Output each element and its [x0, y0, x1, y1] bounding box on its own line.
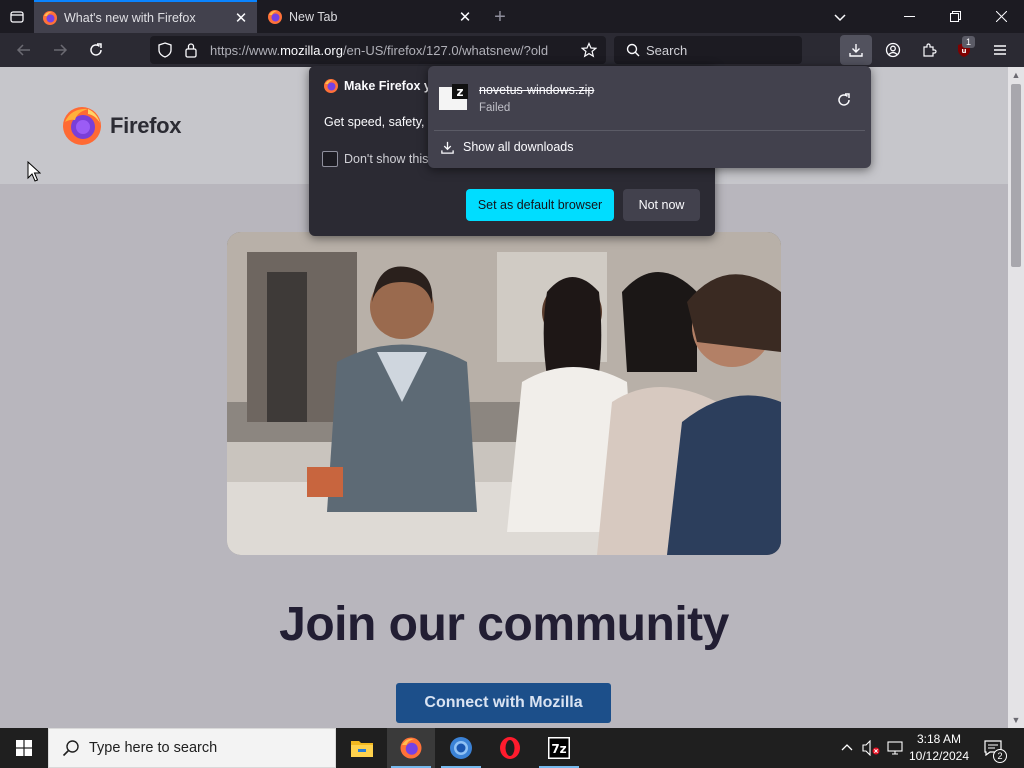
download-status: Failed — [479, 102, 511, 114]
download-file-name[interactable]: novetus-windows.zip — [479, 83, 594, 97]
windows-start-icon[interactable] — [0, 728, 48, 768]
minimize-icon[interactable] — [886, 0, 932, 32]
url-text[interactable]: https://www.mozilla.org/en-US/firefox/12… — [210, 43, 578, 58]
panel-header: Make Firefox yc — [323, 78, 438, 94]
restore-icon[interactable] — [932, 0, 978, 32]
extensions-puzzle-icon[interactable] — [915, 36, 943, 64]
panel-title: Make Firefox yc — [344, 79, 438, 93]
firefox-logo-icon — [63, 107, 101, 145]
address-bar[interactable]: https://www.mozilla.org/en-US/firefox/12… — [150, 36, 606, 64]
taskbar-search-box[interactable]: Type here to search — [48, 728, 336, 768]
scroll-down-arrow-icon[interactable]: ▼ — [1008, 712, 1024, 728]
svg-text:z: z — [457, 85, 464, 99]
hamburger-menu-icon[interactable] — [986, 36, 1014, 64]
panel-body-text: Get speed, safety, a — [324, 115, 435, 129]
tab-whats-new[interactable]: What's new with Firefox ✕ — [34, 0, 257, 33]
panel-divider — [434, 130, 865, 131]
dont-show-checkbox-row[interactable]: Don't show this — [322, 151, 428, 167]
set-default-browser-button[interactable]: Set as default browser — [466, 189, 614, 221]
bookmark-star-icon[interactable] — [578, 39, 600, 61]
connect-with-mozilla-button[interactable]: Connect with Mozilla — [396, 683, 611, 723]
firefox-wordmark: Firefox — [110, 113, 182, 138]
tab-title: What's new with Firefox — [64, 10, 196, 25]
account-icon[interactable] — [879, 36, 907, 64]
show-all-downloads-button[interactable]: Show all downloads — [438, 138, 574, 156]
url-prefix: https://www. — [210, 42, 281, 58]
new-tab-plus-icon[interactable]: + — [488, 5, 512, 29]
firefox-favicon-icon — [268, 9, 282, 24]
taskbar-clock[interactable]: 3:18 AM 10/12/2024 — [905, 731, 973, 765]
firefox-logo-icon — [324, 79, 338, 93]
windows-taskbar: Type here to search 7z 3:18 AM 10/12/202… — [0, 728, 1024, 768]
search-icon — [61, 738, 81, 758]
close-window-icon[interactable] — [978, 0, 1024, 32]
scroll-up-arrow-icon[interactable]: ▲ — [1008, 67, 1024, 83]
url-domain: mozilla.org — [280, 42, 343, 58]
not-now-button[interactable]: Not now — [623, 189, 700, 221]
list-all-tabs-button[interactable] — [4, 4, 30, 30]
extension-badge: 1 — [962, 36, 975, 48]
7zip-taskbar-icon[interactable]: 7z — [535, 728, 583, 768]
lock-icon[interactable] — [180, 39, 202, 61]
page-scrollbar[interactable]: ▲ ▼ — [1008, 67, 1024, 728]
tracking-shield-icon[interactable] — [154, 39, 176, 61]
tab-close-icon[interactable]: ✕ — [231, 8, 251, 28]
scrollbar-thumb[interactable] — [1011, 84, 1021, 267]
navigation-toolbar: https://www.mozilla.org/en-US/firefox/12… — [0, 33, 1024, 67]
svg-text:7z: 7z — [551, 742, 566, 756]
forward-arrow-icon[interactable] — [46, 36, 74, 64]
svg-text:u: u — [962, 47, 967, 55]
show-all-downloads-label: Show all downloads — [463, 140, 574, 154]
clock-date: 10/12/2024 — [908, 749, 970, 763]
chrome-taskbar-icon[interactable] — [437, 728, 485, 768]
search-input[interactable] — [646, 42, 786, 58]
search-bar[interactable] — [614, 36, 802, 64]
download-arrow-icon — [849, 44, 863, 57]
dont-show-label: Don't show this — [344, 152, 429, 166]
taskbar-search-placeholder: Type here to search — [89, 740, 218, 756]
tab-new-tab[interactable]: New Tab ✕ — [259, 0, 481, 33]
mouse-pointer-icon — [27, 161, 41, 182]
file-explorer-icon[interactable] — [338, 728, 386, 768]
network-icon[interactable] — [884, 728, 906, 768]
firefox-brand-logo[interactable]: Firefox — [62, 106, 182, 146]
tray-chevron-up-icon[interactable] — [836, 728, 858, 768]
tab-title: New Tab — [289, 9, 338, 24]
reload-icon[interactable] — [82, 36, 110, 64]
tab-strip: What's new with Firefox ✕ New Tab ✕ + — [0, 0, 1024, 33]
back-arrow-icon[interactable] — [10, 36, 38, 64]
search-icon — [622, 39, 644, 61]
volume-muted-icon[interactable] — [859, 728, 883, 768]
clock-time: 3:18 AM — [916, 732, 962, 746]
community-photo — [227, 232, 781, 555]
download-arrow-icon — [438, 138, 456, 156]
tab-close-icon[interactable]: ✕ — [455, 7, 475, 27]
downloads-button[interactable] — [840, 35, 872, 65]
dont-show-checkbox[interactable] — [322, 151, 338, 167]
chevron-down-icon[interactable] — [828, 5, 852, 29]
retry-download-icon[interactable] — [832, 88, 856, 112]
firefox-taskbar-icon[interactable] — [387, 728, 435, 768]
opera-taskbar-icon[interactable] — [486, 728, 534, 768]
tab-list-icon — [10, 11, 24, 23]
url-path: /en-US/firefox/127.0/whatsnew/?old — [342, 42, 549, 58]
zip-file-icon: z — [439, 84, 468, 110]
firefox-favicon-icon — [43, 10, 57, 25]
downloads-panel: z novetus-windows.zip Failed Show all do… — [428, 66, 871, 168]
page-heading: Join our community — [279, 598, 729, 651]
notification-count-badge: 2 — [993, 749, 1007, 763]
